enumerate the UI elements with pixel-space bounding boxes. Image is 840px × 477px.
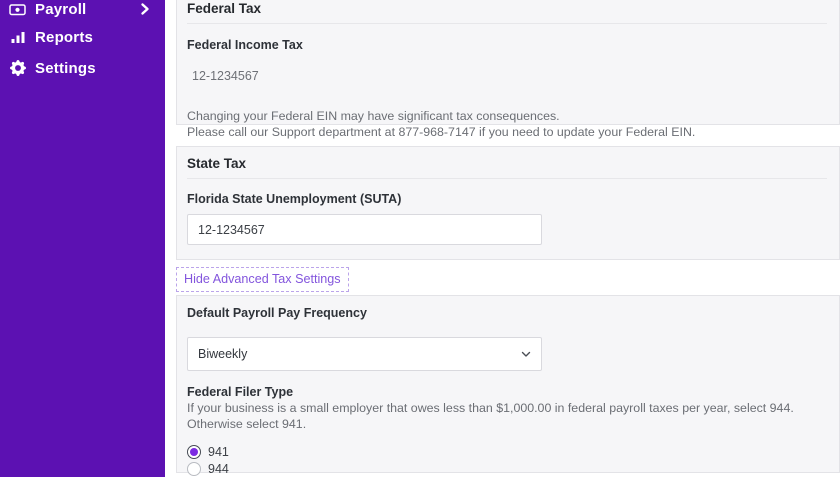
bar-chart-icon: [9, 29, 26, 46]
state-tax-card: State Tax Florida State Unemployment (SU…: [176, 146, 840, 260]
filer-option-944[interactable]: 944: [187, 462, 827, 476]
federal-income-tax-label: Federal Income Tax: [187, 38, 303, 52]
radio-944-unselected[interactable]: [187, 462, 201, 476]
sidebar-item-label: Settings: [35, 59, 96, 77]
radio-941-selected[interactable]: [187, 445, 201, 459]
pay-frequency-label: Default Payroll Pay Frequency: [187, 306, 367, 320]
federal-ein-note-line1: Changing your Federal EIN may have signi…: [187, 109, 560, 123]
banknote-icon: [9, 1, 26, 18]
state-tax-title: State Tax: [187, 156, 827, 179]
pay-frequency-selected-value: Biweekly: [198, 347, 248, 361]
sidebar: Payroll Reports Settings: [0, 0, 165, 477]
federal-ein-note-line2: Please call our Support department at 87…: [187, 124, 696, 139]
suta-input[interactable]: [187, 214, 542, 245]
sidebar-item-reports[interactable]: Reports: [0, 25, 165, 49]
pay-frequency-select[interactable]: Biweekly: [187, 337, 542, 371]
filer-option-941[interactable]: 941: [187, 445, 827, 459]
radio-941-label: 941: [208, 445, 229, 459]
radio-944-label: 944: [208, 462, 229, 476]
main-content: Federal Tax Federal Income Tax 12-123456…: [165, 0, 840, 477]
federal-ein-value: 12-1234567: [192, 69, 259, 83]
filer-type-help: If your business is a small employer tha…: [187, 401, 794, 431]
sidebar-item-payroll[interactable]: Payroll: [0, 0, 165, 21]
chevron-down-icon: [521, 351, 531, 358]
sidebar-item-label: Reports: [35, 28, 94, 46]
federal-tax-title: Federal Tax: [187, 1, 827, 24]
filer-type-label: Federal Filer Type: [187, 385, 294, 399]
hide-advanced-tax-settings-link[interactable]: Hide Advanced Tax Settings: [176, 267, 349, 292]
sidebar-item-settings[interactable]: Settings: [0, 56, 165, 80]
chevron-right-icon: [139, 2, 151, 16]
advanced-tax-settings-card: Default Payroll Pay Frequency Biweekly F…: [176, 295, 840, 476]
federal-tax-card: Federal Tax Federal Income Tax 12-123456…: [176, 0, 840, 139]
suta-label: Florida State Unemployment (SUTA): [187, 192, 402, 206]
gear-icon: [9, 60, 26, 77]
sidebar-item-label: Payroll: [35, 0, 87, 18]
